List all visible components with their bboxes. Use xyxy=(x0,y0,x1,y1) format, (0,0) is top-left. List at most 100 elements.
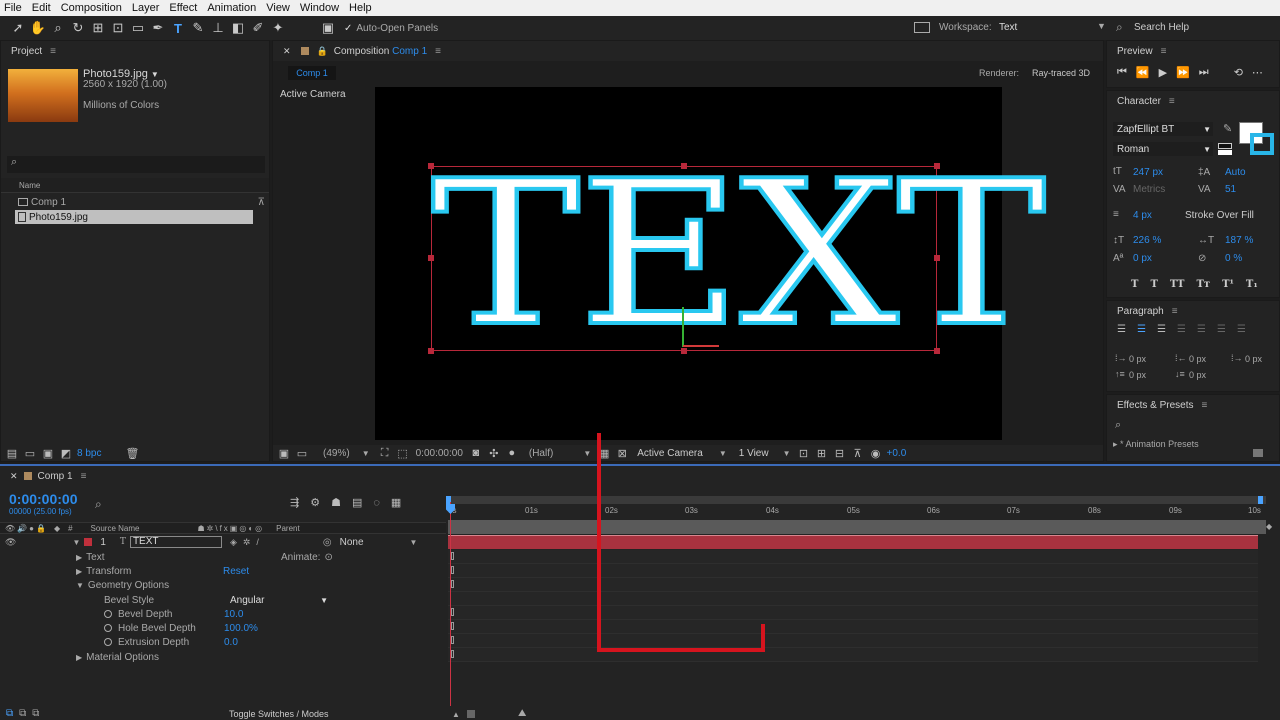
faux-bold-icon[interactable]: T xyxy=(1131,279,1138,290)
workspace-value[interactable]: Text xyxy=(999,22,1017,33)
transform-reset-link[interactable]: Reset xyxy=(223,564,249,578)
menu-view[interactable]: View xyxy=(266,2,290,14)
reset-exposure-icon[interactable]: ⊞ xyxy=(815,447,829,460)
loop-icon[interactable]: ⟲ xyxy=(1234,66,1243,79)
time-ruler[interactable]: 0s 01s 02s 03s 04s 05s 06s 07s 08s 09s 1… xyxy=(448,506,1266,520)
paragraph-title[interactable]: Paragraph xyxy=(1117,306,1164,317)
kerning-value[interactable]: Metrics xyxy=(1133,184,1165,195)
timeline-tab-label[interactable]: Comp 1 xyxy=(38,471,73,482)
last-frame-icon[interactable]: ⏭ xyxy=(1199,66,1209,79)
small-caps-icon[interactable]: Tт xyxy=(1196,279,1210,290)
tracking-value[interactable]: 51 xyxy=(1225,184,1236,195)
panel-menu-icon[interactable]: ≡ xyxy=(1169,96,1175,107)
layer-switches[interactable]: ◈✲/ xyxy=(230,537,265,548)
bevel-style-dropdown[interactable]: Angular ▼ xyxy=(230,593,328,607)
toggle-switches-modes-button[interactable]: Toggle Switches / Modes xyxy=(229,709,329,719)
stopwatch-icon[interactable] xyxy=(104,624,112,632)
effects-search-icon[interactable]: ⌕ xyxy=(1115,419,1121,432)
clone-stamp-tool-icon[interactable]: ⊥ xyxy=(208,18,228,38)
zoom-dropdown[interactable]: (49%) xyxy=(323,448,350,459)
layer-color-label[interactable] xyxy=(84,538,93,546)
transform-property-label[interactable]: Transform xyxy=(86,566,131,577)
twirl-down-icon[interactable]: ▼ xyxy=(72,538,80,547)
selection-tool-icon[interactable]: ➚ xyxy=(8,18,28,38)
layer-switches-header[interactable]: ☗✲\fx▣◎◐◎ xyxy=(197,524,264,533)
x-axis-gizmo[interactable] xyxy=(683,345,719,347)
menu-composition[interactable]: Composition xyxy=(61,2,122,14)
superscript-icon[interactable]: T¹ xyxy=(1222,279,1234,290)
camera-tool-icon[interactable]: ⊞ xyxy=(88,18,108,38)
new-folder-icon[interactable]: ▭ xyxy=(23,447,37,460)
stroke-width-value[interactable]: 4 px xyxy=(1133,210,1152,221)
font-family-dropdown[interactable]: ZapfEllipt BT ▼ xyxy=(1113,122,1213,136)
panel-menu-icon[interactable]: ≡ xyxy=(81,471,87,482)
always-preview-icon[interactable]: ▣ xyxy=(277,447,291,460)
keyframe-icon[interactable] xyxy=(451,552,454,560)
close-icon[interactable]: ✕ xyxy=(283,46,291,57)
type-tool-icon[interactable]: T xyxy=(168,18,188,38)
project-search-input[interactable]: ⌕ xyxy=(7,156,265,173)
faux-italic-icon[interactable]: T xyxy=(1150,279,1157,290)
twirl-right-icon[interactable]: ▶ xyxy=(76,653,82,662)
twirl-right-icon[interactable]: ▶ xyxy=(76,567,82,576)
layer-name-field[interactable]: TEXT xyxy=(129,536,222,548)
draft-3d-icon[interactable]: ⚙ xyxy=(310,496,320,509)
show-snapshot-icon[interactable]: ✣ xyxy=(487,447,501,460)
chevron-down-icon[interactable]: ▼ xyxy=(151,70,159,79)
justify-all-icon[interactable]: ☰ xyxy=(1237,324,1246,335)
chevron-down-icon[interactable]: ▼ xyxy=(719,449,727,458)
view-layout-dropdown[interactable]: 1 View xyxy=(739,448,769,459)
menu-file[interactable]: File xyxy=(4,2,22,14)
horizontal-scale-value[interactable]: 187 % xyxy=(1225,235,1253,246)
text-property-label[interactable]: Text xyxy=(86,552,104,563)
roto-brush-tool-icon[interactable]: ✐ xyxy=(248,18,268,38)
pan-behind-tool-icon[interactable]: ⊡ xyxy=(108,18,128,38)
parent-pickwhip-icon[interactable]: ◎ xyxy=(323,537,332,548)
keyframe-icon[interactable] xyxy=(451,566,454,574)
keyframe-icon[interactable] xyxy=(451,580,454,588)
project-item-comp[interactable]: Comp 1 ⊼ xyxy=(1,195,269,209)
comp-tab-name[interactable]: Comp 1 xyxy=(392,46,427,57)
space-before-value[interactable]: 0 px xyxy=(1129,370,1146,380)
fit-icon[interactable]: ⛶ xyxy=(378,447,392,459)
no-fill-swatch[interactable] xyxy=(1218,143,1232,149)
y-axis-gizmo[interactable] xyxy=(682,307,684,347)
flowchart-icon[interactable]: ⊟ xyxy=(833,447,847,460)
toggle-pixel-icon[interactable]: ⊡ xyxy=(797,447,811,460)
comp-tab-label[interactable]: Composition xyxy=(334,46,390,57)
renderer-value[interactable]: Ray-traced 3D xyxy=(1032,68,1090,78)
keyframe-icon[interactable] xyxy=(451,622,454,630)
brush-tool-icon[interactable]: ✎ xyxy=(188,18,208,38)
menu-layer[interactable]: Layer xyxy=(132,2,160,14)
workspace-dropdown-icon[interactable]: ▼ xyxy=(1097,21,1106,31)
parent-dropdown[interactable]: None xyxy=(340,537,364,548)
stopwatch-icon[interactable] xyxy=(104,610,112,618)
camera-view-dropdown[interactable]: Active Camera xyxy=(637,448,703,459)
effects-item-label[interactable]: * Animation Presets xyxy=(1120,439,1199,447)
flowchart-icon[interactable]: ⊼ xyxy=(258,197,265,208)
leading-value[interactable]: Auto xyxy=(1225,167,1246,178)
expand-in-out-icon[interactable]: ⧉ xyxy=(32,708,39,719)
chevron-down-icon[interactable]: ▼ xyxy=(583,449,591,458)
previous-frame-icon[interactable]: ⏪ xyxy=(1136,66,1150,79)
work-area-end-handle[interactable] xyxy=(1258,496,1263,504)
chevron-down-icon[interactable]: ▼ xyxy=(362,449,370,458)
font-style-dropdown[interactable]: Roman ▼ xyxy=(1113,142,1213,156)
channel-icon[interactable]: ● xyxy=(505,447,519,459)
menu-help[interactable]: Help xyxy=(349,2,372,14)
bevel-depth-value[interactable]: 10.0 xyxy=(224,607,243,621)
subscript-icon[interactable]: T₁ xyxy=(1246,279,1258,290)
stopwatch-icon[interactable] xyxy=(104,638,112,646)
animate-menu-icon[interactable]: ⊙ xyxy=(324,552,332,563)
work-area-bar[interactable] xyxy=(448,496,1266,504)
next-frame-icon[interactable]: ⏩ xyxy=(1176,66,1190,79)
baseline-shift-value[interactable]: 0 px xyxy=(1133,253,1152,264)
layer-duration-bar[interactable] xyxy=(448,535,1258,549)
character-title[interactable]: Character xyxy=(1117,96,1161,107)
shy-layers-icon[interactable]: ☗ xyxy=(331,496,341,509)
align-right-icon[interactable]: ☰ xyxy=(1157,324,1166,335)
exposure-icon[interactable]: ◉ xyxy=(869,447,883,460)
timeline-zoom-slider[interactable] xyxy=(467,710,475,718)
name-column-header[interactable]: Name xyxy=(19,181,40,190)
vertical-scale-value[interactable]: 226 % xyxy=(1133,235,1161,246)
